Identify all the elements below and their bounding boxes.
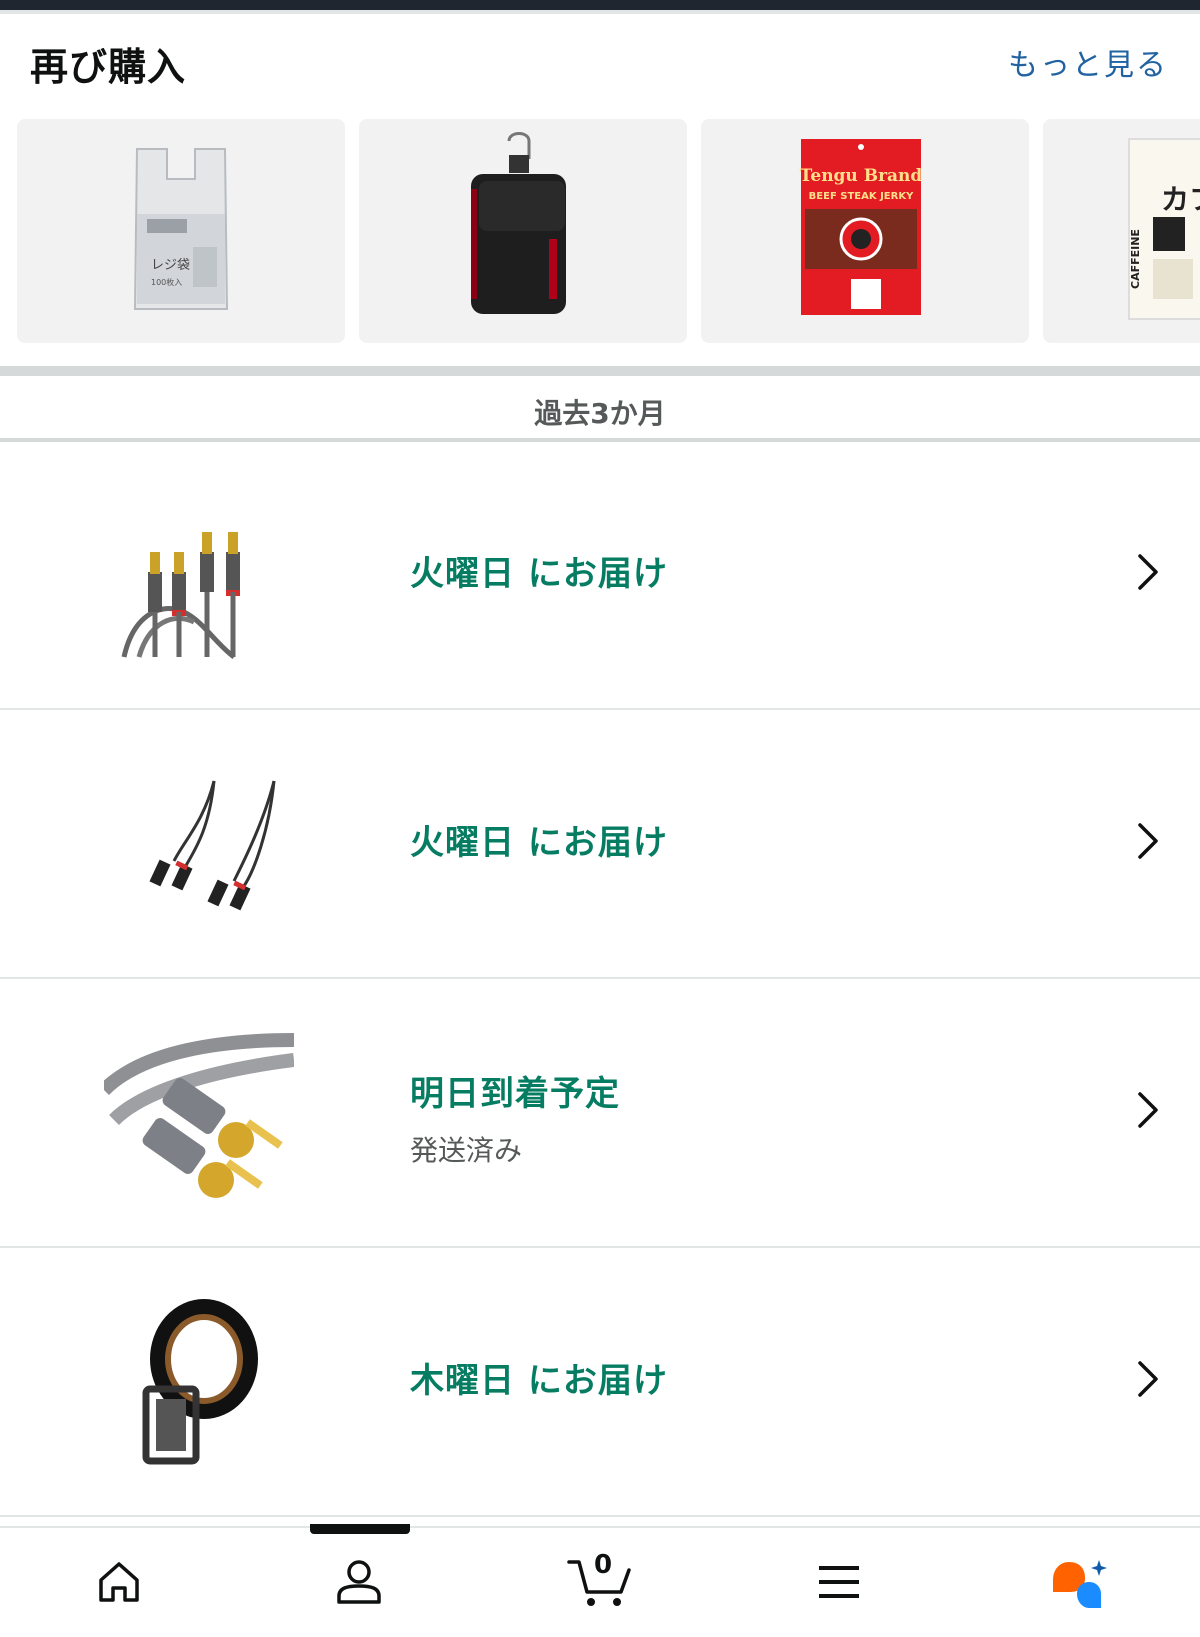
past-three-months-header: 過去3か月 (0, 376, 1200, 440)
plastic-bag-product-image: レジ袋 100枚入 (133, 148, 229, 310)
delivery-status: 火曜日 にお届け (410, 554, 668, 594)
bottom-nav-bar: 0 (0, 1526, 1200, 1637)
account-icon (337, 1560, 381, 1604)
delivery-status: 木曜日 にお届け (410, 1361, 668, 1401)
order-row[interactable]: 明日到着予定 発送済み (0, 980, 1200, 1248)
top-status-bar (0, 0, 1200, 10)
nav-account[interactable] (299, 1528, 419, 1636)
rufus-icon (1053, 1560, 1107, 1608)
delivery-status: 火曜日 にお届け (410, 823, 668, 863)
rca-cable-black-icon (149, 780, 276, 911)
section-divider (0, 366, 1200, 376)
order-text: 木曜日 にお届け (410, 1353, 668, 1402)
rca-cable-gray-icon (121, 532, 240, 659)
active-tab-indicator (310, 1524, 410, 1534)
beef-jerky-product-image: Tengu Brand BEEF STEAK JERKY (800, 139, 923, 315)
svg-text:レジ袋: レジ袋 (151, 258, 190, 273)
buy-again-section: 再び購入 もっと見る レジ袋 100枚入 Tengu Brand BEEF ST… (0, 14, 1200, 366)
past-three-months-title: 過去3か月 (534, 397, 666, 430)
product-card-beef-jerky[interactable]: Tengu Brand BEEF STEAK JERKY (701, 119, 1029, 343)
order-row[interactable]: 火曜日 にお届け (0, 711, 1200, 979)
rca-cable-gold-icon (104, 1033, 294, 1198)
svg-text:カフェ: カフェ (1161, 183, 1200, 216)
svg-text:100枚入: 100枚入 (151, 277, 182, 287)
belt-pouch-product-image (471, 132, 566, 314)
chevron-right-icon (1138, 1092, 1158, 1128)
product-card-belt-pouch[interactable] (359, 119, 687, 343)
product-card-caffeine[interactable]: カフェ CAFFEINE (1043, 119, 1200, 343)
chevron-right-icon (1138, 823, 1158, 859)
svg-text:BEEF STEAK JERKY: BEEF STEAK JERKY (809, 191, 914, 202)
home-icon (99, 1562, 139, 1602)
chevron-right-icon (1138, 1361, 1158, 1397)
order-text: 火曜日 にお届け (410, 546, 668, 595)
buy-again-title: 再び購入 (30, 45, 187, 89)
see-more-link[interactable]: もっと見る (1008, 40, 1168, 84)
cart-count: 0 (593, 1550, 613, 1580)
leather-belt-icon (142, 1299, 258, 1465)
product-card-plastic-bag[interactable]: レジ袋 100枚入 (17, 119, 345, 343)
order-row[interactable]: 火曜日 にお届け (0, 442, 1200, 710)
nav-cart[interactable]: 0 (540, 1528, 660, 1636)
delivery-status: 明日到着予定 (410, 1074, 620, 1114)
nav-rufus[interactable] (1019, 1528, 1139, 1636)
shipping-substatus: 発送済み (410, 1134, 523, 1167)
svg-text:Tengu Brand: Tengu Brand (800, 166, 923, 186)
order-row[interactable]: 木曜日 にお届け (0, 1249, 1200, 1517)
nav-home[interactable] (59, 1528, 179, 1636)
nav-menu[interactable] (779, 1528, 899, 1636)
caffeine-supplement-product-image: カフェ CAFFEINE (1128, 138, 1200, 320)
order-text: 明日到着予定 発送済み (410, 1066, 620, 1169)
buy-again-carousel[interactable]: レジ袋 100枚入 Tengu Brand BEEF STEAK JERKY カ… (17, 119, 1200, 343)
order-text: 火曜日 にお届け (410, 815, 668, 864)
svg-text:CAFFEINE: CAFFEINE (1129, 229, 1142, 289)
chevron-right-icon (1138, 554, 1158, 590)
menu-icon (819, 1566, 859, 1598)
